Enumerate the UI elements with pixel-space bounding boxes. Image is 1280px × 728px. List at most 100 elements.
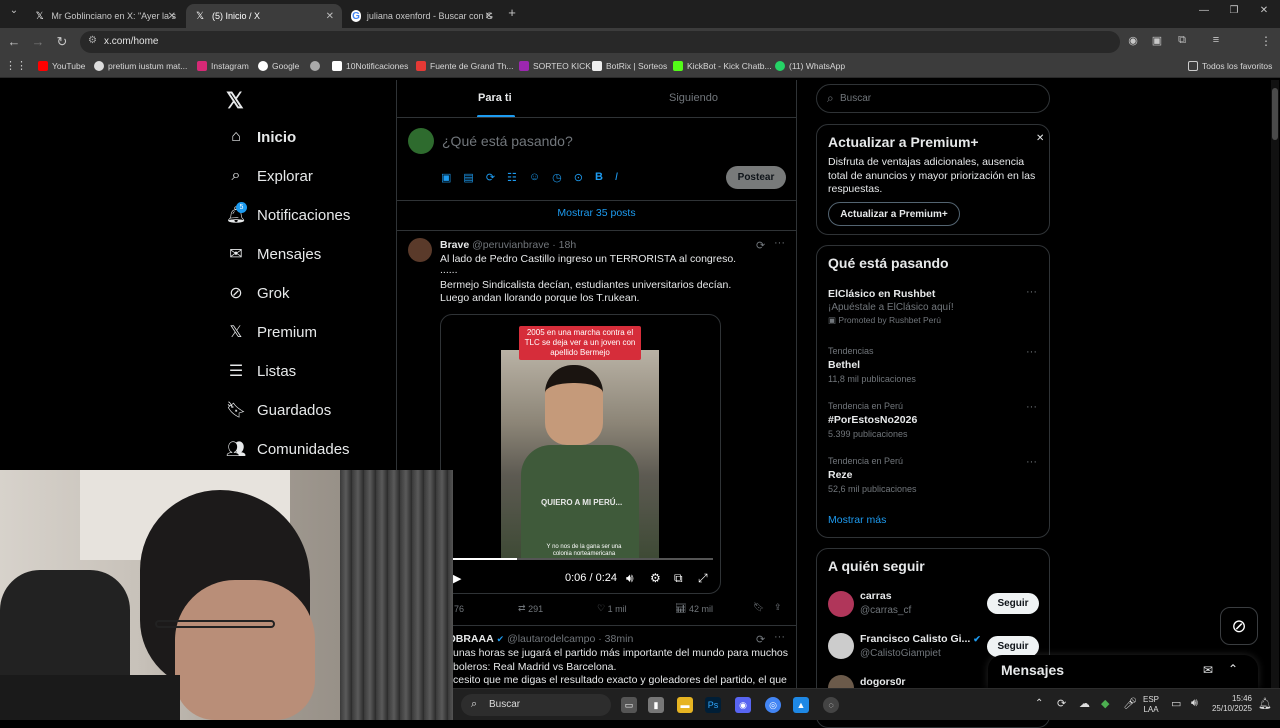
minimize-icon[interactable]: — [1196,5,1212,16]
discord-icon[interactable]: ◉ [735,697,751,713]
bookmark-item[interactable]: YouTube [38,61,85,71]
views-action[interactable]: 📊︎ 42 mil [675,603,713,614]
sidebar-item-guardados[interactable]: 🔖︎ Guardados [226,401,331,420]
trend-item[interactable]: ElClásico en Rushbet ¡Apuéstale a ElClás… [828,288,1043,326]
search-box[interactable]: ⌕ Buscar [816,84,1050,113]
share-icon[interactable]: ⇪ [774,602,782,613]
scrollbar-thumb[interactable] [1272,88,1278,140]
more-icon[interactable]: ··· [1026,401,1037,413]
chevron-up-icon[interactable]: ⌃ [1035,698,1043,709]
bookmark-item[interactable] [310,61,324,71]
bookmark-item[interactable]: pretium iustum mat... [94,61,187,71]
settings-icon[interactable]: ⚙ [650,571,661,585]
italic-icon[interactable]: I [615,171,618,184]
puzzle-icon[interactable]: ⧉ [1174,34,1190,47]
new-tab-icon[interactable]: + [504,5,520,20]
trend-item[interactable]: Tendencia en Perú #PorEstosNo2026 5.399 … [828,401,1043,439]
language-indicator[interactable]: ESP LAA [1143,695,1159,715]
bold-icon[interactable]: B [595,171,603,184]
x-logo-icon[interactable]: 𝕏 [226,88,244,114]
pip-icon[interactable]: ⧉ [674,571,683,586]
address-bar[interactable]: ⚙ x.com/home [80,31,1120,53]
show-more-link[interactable]: Mostrar más [828,514,886,526]
grok-icon[interactable]: ⟳ [756,633,765,646]
close-icon[interactable]: ✕ [326,11,334,22]
back-icon[interactable]: ← [6,34,22,49]
grok-icon[interactable]: ⟳ [486,171,495,184]
sidebar-item-grok[interactable]: ⊘ Grok [227,284,289,303]
sidebar-item-inicio[interactable]: ⌂ Inicio [227,128,296,146]
like-action[interactable]: ♡ 1 mil [597,603,627,614]
more-icon[interactable]: ··· [1026,456,1037,468]
close-icon[interactable]: ✕ [485,11,493,22]
follow-user[interactable]: carras @carras_cf [860,590,911,616]
bookmark-item[interactable]: Instagram [197,61,249,71]
messages-drawer[interactable]: Mensajes ✉ ⌃ [988,655,1258,688]
play-icon[interactable]: ▶ [453,572,461,585]
video-progress-track[interactable] [451,558,713,560]
close-icon[interactable]: ✕ [168,11,176,22]
follow-user[interactable]: Francisco Calisto Gi... ✔ @CalistoGiampi… [860,633,981,659]
premium-button[interactable]: Actualizar a Premium+ [828,202,960,226]
bookmark-item[interactable]: Google [258,61,299,71]
window-close-icon[interactable]: ✕ [1256,5,1272,16]
author-name[interactable]: Brave [440,239,469,251]
more-icon[interactable]: ··· [1026,286,1037,298]
more-icon[interactable]: ··· [774,237,785,249]
forward-icon[interactable]: → [30,34,46,49]
emoji-icon[interactable]: ☺ [529,171,540,184]
repost-action[interactable]: ⇄ 291 [518,603,543,614]
fullscreen-icon[interactable]: ⤢ [698,571,708,586]
trend-item[interactable]: Tendencia en Perú Reze 52,6 mil publicac… [828,456,1043,494]
sidebar-item-comunidades[interactable]: 👥︎ Comunidades [226,440,350,459]
more-icon[interactable]: ··· [774,631,785,643]
sidebar-item-listas[interactable]: ☰ Listas [227,362,296,381]
post-button[interactable]: Postear [726,166,786,189]
show-new-posts[interactable]: Mostrar 35 posts [397,207,796,219]
avatar[interactable] [828,633,854,659]
chrome-icon[interactable]: ◎ [765,697,781,713]
avatar[interactable] [408,238,432,262]
chevron-up-icon[interactable]: ⌃ [1228,662,1238,676]
follow-button[interactable]: Seguir [987,593,1039,614]
bookmark-item[interactable]: KickBot - Kick Chatb... [673,61,772,71]
more-icon[interactable]: ··· [1026,346,1037,358]
grok-icon[interactable]: ⊘ [1220,607,1258,645]
tab-siguiendo[interactable]: Siguiendo [669,92,718,104]
tray-icon[interactable]: ⟳ [1057,697,1066,710]
author-handle[interactable]: @peruvianbrave · 18h [472,239,576,251]
clock[interactable]: 15:46 25/10/2025 [1210,694,1252,714]
network-icon[interactable]: ▭ [1171,697,1181,710]
bookmark-item[interactable]: SORTEO KICK [519,61,591,71]
tab-search-icon[interactable]: ⌄ [6,5,22,16]
extension-icon[interactable]: ▣ [1149,34,1165,47]
reading-list-icon[interactable]: ≡ [1208,34,1224,46]
sidebar-item-premium[interactable]: 𝕏 Premium [227,323,317,342]
gif-icon[interactable]: ▤ [463,171,473,184]
bookmark-item[interactable]: (11) WhatsApp [775,61,845,71]
all-bookmarks[interactable]: Todos los favoritos [1188,61,1272,71]
notification-icon[interactable]: 🔔︎ [1258,697,1272,710]
author-handle[interactable]: @lautarodelcampo · 38min [507,633,633,645]
maximize-icon[interactable]: ❐ [1226,5,1242,16]
bookmark-item[interactable]: Fuente de Grand Th... [416,61,513,71]
new-message-icon[interactable]: ✉ [1203,663,1213,677]
app-icon[interactable]: ◌ [823,697,839,713]
browser-tab-1[interactable]: 𝕏 Mr Goblinciano en X: "Ayer la s ✕ [26,4,184,28]
search-input[interactable]: Buscar [840,93,871,104]
taskbar-search[interactable]: ⌕ Buscar [461,694,611,716]
bookmark-icon[interactable]: 🔖︎ [753,602,764,613]
poll-icon[interactable]: ☷ [507,171,517,184]
image-icon[interactable]: ▣ [441,171,451,184]
reload-icon[interactable]: ↻ [54,34,70,50]
menu-icon[interactable]: ⋮ [1258,34,1274,48]
extension-icon[interactable]: ◉ [1125,34,1141,47]
close-icon[interactable]: ✕ [1036,133,1044,144]
trend-item[interactable]: Tendencias Bethel 11,8 mil publicaciones [828,346,1043,384]
bookmark-item[interactable]: BotRix | Sorteos [592,61,667,71]
avatar[interactable] [828,591,854,617]
follow-button[interactable]: Seguir [987,636,1039,657]
scrollbar[interactable] [1271,80,1279,688]
site-info-icon[interactable]: ⚙ [88,35,97,46]
browser-tab-2[interactable]: 𝕏 (5) Inicio / X ✕ [186,4,342,28]
